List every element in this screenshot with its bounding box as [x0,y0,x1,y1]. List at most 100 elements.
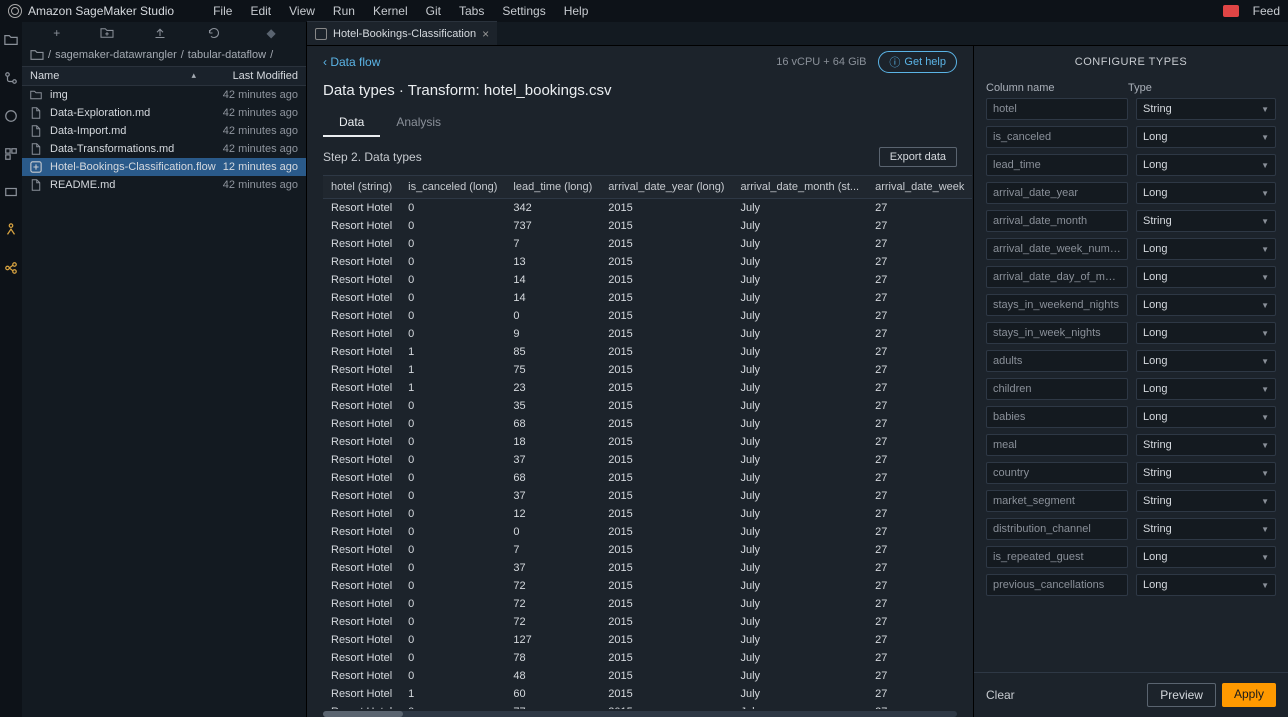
type-dropdown[interactable]: Long▼ [1136,406,1276,428]
components-icon[interactable] [3,260,19,276]
file-row[interactable]: Data-Import.md42 minutes ago [22,122,306,140]
type-dropdown[interactable]: Long▼ [1136,378,1276,400]
column-name-field[interactable]: is_canceled [986,126,1128,148]
table-row[interactable]: Resort Hotel0682015July27 [323,415,972,433]
upload-icon[interactable] [154,27,174,39]
column-name-field[interactable]: hotel [986,98,1128,120]
table-row[interactable]: Resort Hotel01272015July27 [323,631,972,649]
table-row[interactable]: Resort Hotel0722015July27 [323,595,972,613]
running-icon[interactable] [3,108,19,124]
menu-kernel[interactable]: Kernel [364,4,417,18]
column-name-field[interactable]: lead_time [986,154,1128,176]
back-data-flow[interactable]: ‹ Data flow [323,55,380,69]
get-help-button[interactable]: ⓘ Get help [878,51,957,73]
new-launcher-icon[interactable]: + [47,26,67,40]
column-name-field[interactable]: adults [986,350,1128,372]
column-name-field[interactable]: meal [986,434,1128,456]
table-row[interactable]: Resort Hotel0722015July27 [323,613,972,631]
column-name-field[interactable]: children [986,378,1128,400]
file-row[interactable]: Data-Exploration.md42 minutes ago [22,104,306,122]
column-name-field[interactable]: arrival_date_month [986,210,1128,232]
git-clone-icon[interactable]: ◆ [261,26,281,40]
breadcrumb-segment[interactable]: tabular-dataflow [188,49,266,61]
extensions-icon[interactable] [3,184,19,200]
column-header[interactable]: arrival_date_month (st... [732,176,867,199]
table-row[interactable]: Resort Hotel072015July27 [323,541,972,559]
column-header[interactable]: arrival_date_year (long) [600,176,732,199]
close-icon[interactable]: × [482,27,489,41]
table-row[interactable]: Resort Hotel0372015July27 [323,487,972,505]
file-row[interactable]: README.md42 minutes ago [22,176,306,194]
column-name-field[interactable]: previous_cancellations [986,574,1128,596]
column-header[interactable]: arrival_date_week [867,176,972,199]
preview-button[interactable]: Preview [1147,683,1216,707]
menu-git[interactable]: Git [417,4,450,18]
column-name-field[interactable]: arrival_date_year [986,182,1128,204]
breadcrumb[interactable]: / sagemaker-datawrangler / tabular-dataf… [22,44,306,66]
menu-run[interactable]: Run [324,4,364,18]
menu-tabs[interactable]: Tabs [450,4,493,18]
tab-data[interactable]: Data [323,109,380,137]
table-row[interactable]: Resort Hotel1602015July27 [323,685,972,703]
table-row[interactable]: Resort Hotel092015July27 [323,325,972,343]
column-name-field[interactable]: is_repeated_guest [986,546,1128,568]
export-data-button[interactable]: Export data [879,147,957,167]
column-header[interactable]: is_canceled (long) [400,176,505,199]
tab-hotel-bookings[interactable]: Hotel-Bookings-Classification × [307,21,497,45]
table-row[interactable]: Resort Hotel002015July27 [323,307,972,325]
table-row[interactable]: Resort Hotel1752015July27 [323,361,972,379]
type-dropdown[interactable]: Long▼ [1136,546,1276,568]
column-modified[interactable]: Last Modified [206,70,306,82]
column-name-field[interactable]: country [986,462,1128,484]
tab-analysis[interactable]: Analysis [380,109,457,137]
table-row[interactable]: Resort Hotel0682015July27 [323,469,972,487]
type-dropdown[interactable]: Long▼ [1136,126,1276,148]
type-dropdown[interactable]: String▼ [1136,98,1276,120]
table-row[interactable]: Resort Hotel0142015July27 [323,289,972,307]
column-name-field[interactable]: stays_in_week_nights [986,322,1128,344]
type-dropdown[interactable]: String▼ [1136,434,1276,456]
type-dropdown[interactable]: String▼ [1136,518,1276,540]
column-name-field[interactable]: distribution_channel [986,518,1128,540]
type-dropdown[interactable]: Long▼ [1136,154,1276,176]
file-list-header[interactable]: Name Last Modified [22,66,306,86]
type-dropdown[interactable]: String▼ [1136,490,1276,512]
table-row[interactable]: Resort Hotel002015July27 [323,523,972,541]
file-row[interactable]: img42 minutes ago [22,86,306,104]
table-row[interactable]: Resort Hotel0352015July27 [323,397,972,415]
table-row[interactable]: Resort Hotel0482015July27 [323,667,972,685]
menu-edit[interactable]: Edit [241,4,280,18]
menu-view[interactable]: View [280,4,324,18]
column-name-field[interactable]: market_segment [986,490,1128,512]
table-row[interactable]: Resort Hotel0142015July27 [323,271,972,289]
horizontal-scrollbar[interactable] [323,711,957,717]
feed-link[interactable]: Feed [1253,4,1280,18]
table-row[interactable]: Resort Hotel03422015July27 [323,199,972,218]
menu-settings[interactable]: Settings [493,4,554,18]
table-row[interactable]: Resort Hotel0722015July27 [323,577,972,595]
type-dropdown[interactable]: Long▼ [1136,350,1276,372]
table-row[interactable]: Resort Hotel07372015July27 [323,217,972,235]
notification-badge[interactable] [1223,5,1239,17]
type-dropdown[interactable]: String▼ [1136,210,1276,232]
clear-button[interactable]: Clear [986,688,1015,702]
breadcrumb-segment[interactable]: sagemaker-datawrangler [55,49,177,61]
file-row[interactable]: Data-Transformations.md42 minutes ago [22,140,306,158]
table-row[interactable]: Resort Hotel1232015July27 [323,379,972,397]
commands-icon[interactable] [3,146,19,162]
type-dropdown[interactable]: Long▼ [1136,266,1276,288]
menu-file[interactable]: File [204,4,241,18]
pipeline-icon[interactable] [3,222,19,238]
table-row[interactable]: Resort Hotel0372015July27 [323,451,972,469]
type-dropdown[interactable]: Long▼ [1136,322,1276,344]
table-row[interactable]: Resort Hotel0372015July27 [323,559,972,577]
type-dropdown[interactable]: Long▼ [1136,294,1276,316]
table-row[interactable]: Resort Hotel0782015July27 [323,649,972,667]
table-row[interactable]: Resort Hotel0772015July27 [323,703,972,709]
column-name-field[interactable]: arrival_date_week_number [986,238,1128,260]
type-dropdown[interactable]: String▼ [1136,462,1276,484]
table-row[interactable]: Resort Hotel0122015July27 [323,505,972,523]
menu-help[interactable]: Help [555,4,598,18]
file-row[interactable]: Hotel-Bookings-Classification.flow12 min… [22,158,306,176]
type-dropdown[interactable]: Long▼ [1136,182,1276,204]
